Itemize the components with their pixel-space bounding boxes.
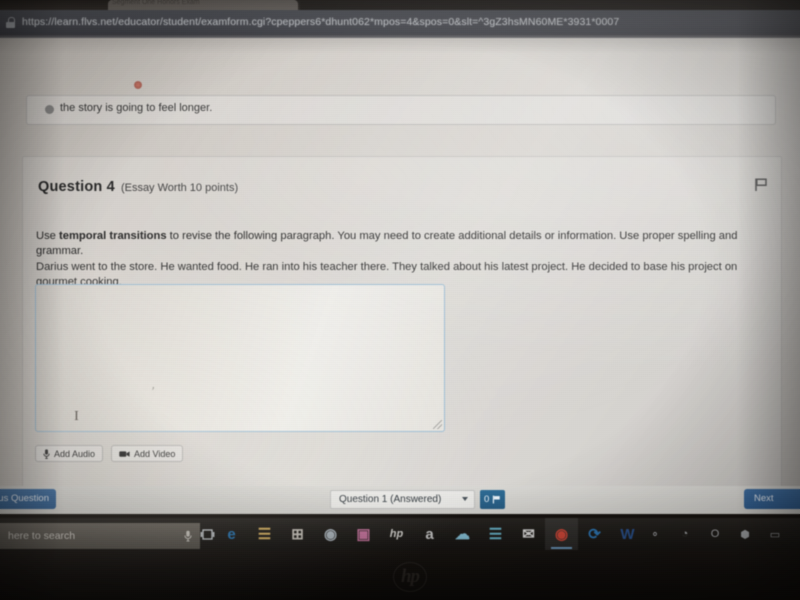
hp-brand-logo: hp (393, 562, 427, 592)
question-card: Question 4 (Essay Worth 10 points) Use t… (22, 156, 782, 506)
edge-icon[interactable]: e (215, 518, 248, 550)
question-select-dropdown[interactable]: Question 1 (Answered) (330, 490, 475, 509)
edge-icon-glyph: e (227, 525, 236, 543)
flag-question-button[interactable] (753, 177, 769, 193)
add-video-label: Add Video (134, 448, 176, 459)
flag-icon (493, 495, 501, 504)
add-audio-label: Add Audio (54, 448, 96, 459)
dropbox-icon[interactable]: ☰ (479, 518, 512, 550)
opera-icon-glyph: O (710, 528, 720, 540)
network-icon-glyph: ⬢ (740, 528, 750, 541)
tab-strip-empty-area (300, 0, 800, 10)
backup-app-icon[interactable]: ⟳ (578, 518, 611, 550)
microphone-icon (184, 530, 192, 542)
laptop-photo: Segment One Honors Exam https://learn.fl… (0, 0, 800, 600)
screen-smudge-artifact: ’ (148, 383, 156, 399)
add-audio-button[interactable]: Add Audio (35, 445, 104, 462)
chrome-icon[interactable]: ◉ (545, 518, 578, 550)
instructions-prefix: Use (36, 230, 60, 242)
dropbox-icon-glyph: ☰ (488, 526, 503, 543)
taskbar-app-icons: e ☰ ⊞ ◉ ▣ hp a ☁ ☰ ✉ ◉ ⟳ W (215, 518, 644, 550)
add-video-button[interactable]: Add Video (111, 445, 184, 462)
task-view-icon[interactable] (200, 518, 215, 550)
flagged-count-value: 0 (484, 494, 490, 505)
url-text: https://learn.flvs.net/educator/student/… (22, 16, 620, 28)
instructions-bold-term: temporal transitions (59, 230, 167, 242)
mail-icon[interactable]: ✉ (512, 518, 545, 550)
video-camera-icon (119, 450, 130, 457)
microphone-icon (43, 448, 50, 459)
taskbar-search-box[interactable]: here to search (0, 522, 200, 549)
radio-option-icon[interactable] (45, 105, 54, 114)
onedrive-icon-glyph: ◔ (681, 528, 689, 540)
question-heading: Question 4 (Essay Worth 10 points) (38, 179, 238, 195)
essay-answer-textarea[interactable]: ’ I (35, 284, 445, 432)
question-number: Question 4 (38, 179, 115, 195)
previous-question-remnant: the story is going to feel longer. (26, 95, 776, 125)
browser-tab-title: Segment One Honors Exam (112, 0, 200, 6)
browser-tab-strip: Segment One Honors Exam (0, 0, 800, 10)
photos-app-icon-glyph: ▣ (356, 526, 371, 543)
chevron-down-icon (462, 497, 468, 501)
chrome-icon-glyph: ◉ (554, 526, 569, 543)
amazon-icon-glyph: a (425, 525, 434, 543)
camera-app-icon[interactable]: ◉ (314, 518, 347, 550)
windows-taskbar: here to search e ☰ ⊞ ◉ ▣ hp a ☁ ☰ ✉ ◉ ⟳ W ⚬ ◔ O ⬢ ▭ ◁ (0, 518, 800, 550)
flagged-questions-badge[interactable]: 0 (480, 490, 506, 509)
next-question-button[interactable]: Next (744, 489, 800, 509)
hp-support-icon-glyph: hp (389, 528, 404, 540)
people-icon-glyph: ⚬ (650, 528, 660, 541)
hp-support-icon[interactable]: hp (380, 518, 413, 550)
volume-icon[interactable]: ◁ (794, 518, 800, 550)
exam-page: the story is going to feel longer. Quest… (0, 38, 800, 506)
word-icon[interactable]: W (611, 518, 644, 550)
backup-app-icon-glyph: ⟳ (588, 526, 601, 543)
mail-icon-glyph: ✉ (522, 526, 535, 543)
question-select-value: Question 1 (Answered) (339, 494, 442, 505)
file-explorer-icon[interactable]: ☰ (248, 518, 281, 550)
battery-icon-glyph: ▭ (769, 528, 781, 541)
text-cursor-icon: I (74, 409, 79, 424)
question-points: (Essay Worth 10 points) (120, 182, 239, 194)
microsoft-store-icon-glyph: ⊞ (291, 526, 304, 543)
previous-option-label: the story is going to feel longer. (60, 102, 213, 114)
photos-app-icon[interactable]: ▣ (347, 518, 380, 550)
weather-icon-glyph: ☁ (455, 526, 470, 543)
onedrive-icon[interactable]: ◔ (674, 518, 696, 550)
opera-icon[interactable]: O (704, 518, 726, 550)
system-tray: ⚬ ◔ O ⬢ ▭ ◁ (644, 518, 800, 550)
microsoft-store-icon[interactable]: ⊞ (281, 518, 314, 550)
camera-app-icon-glyph: ◉ (323, 526, 338, 543)
search-placeholder: here to search (8, 529, 76, 542)
amazon-icon[interactable]: a (413, 518, 446, 550)
word-icon-glyph: W (620, 525, 635, 543)
question-instructions: Use temporal transitions to revise the f… (36, 229, 741, 258)
textarea-resize-handle[interactable] (433, 420, 442, 429)
file-explorer-icon-glyph: ☰ (257, 526, 272, 543)
previous-question-button[interactable]: Previous Question (0, 489, 56, 509)
people-icon[interactable]: ⚬ (644, 518, 666, 550)
network-icon[interactable]: ⬢ (734, 518, 756, 550)
media-attachment-buttons: Add Audio Add Video (35, 445, 184, 462)
browser-address-bar[interactable]: https://learn.flvs.net/educator/student/… (0, 10, 800, 34)
screen-recording-indicator (134, 81, 142, 89)
weather-icon[interactable]: ☁ (446, 518, 479, 550)
lock-icon (6, 16, 15, 28)
battery-icon[interactable]: ▭ (764, 518, 786, 550)
